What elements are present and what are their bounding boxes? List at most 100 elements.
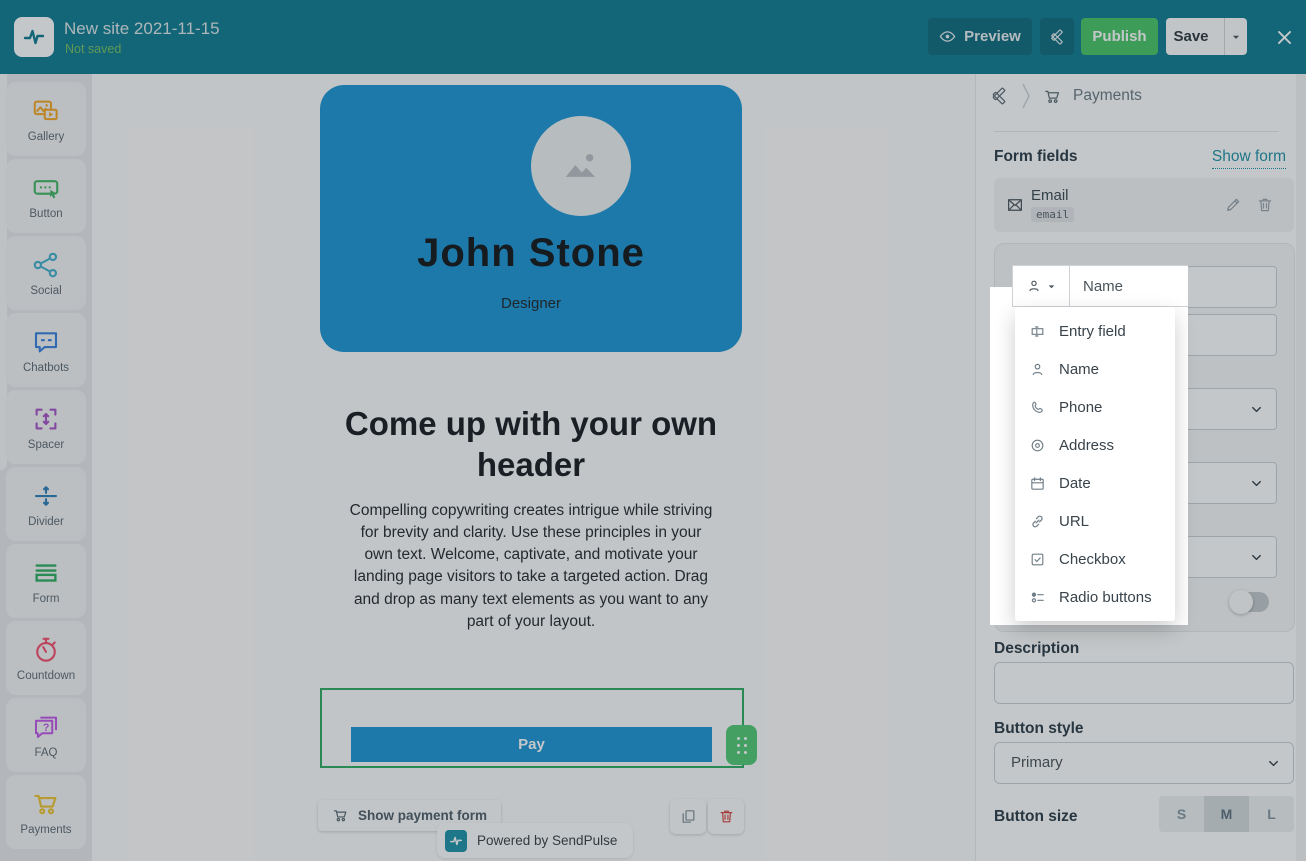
preview-label: Preview: [964, 28, 1021, 45]
powered-by-badge[interactable]: Powered by SendPulse: [437, 823, 633, 858]
social-icon: [31, 250, 61, 280]
description-input[interactable]: [994, 662, 1294, 704]
tools-icon: [1048, 28, 1066, 46]
countdown-icon: [31, 635, 61, 665]
menu-item-label: Date: [1059, 475, 1091, 492]
sendpulse-mini-logo: [445, 830, 467, 852]
site-builder-app: New site 2021-11-15 Not saved Preview Pu…: [0, 0, 1306, 861]
chevron-down-icon: [1249, 550, 1264, 565]
publish-button[interactable]: Publish: [1081, 18, 1158, 55]
size-s-button[interactable]: S: [1159, 796, 1204, 832]
size-m-button[interactable]: M: [1204, 796, 1249, 832]
address-pin-icon: [1029, 437, 1046, 454]
sidebar-item-button[interactable]: Button: [6, 159, 86, 233]
menu-item-phone[interactable]: Phone: [1015, 388, 1175, 426]
menu-item-radio-buttons[interactable]: Radio buttons: [1015, 578, 1175, 616]
email-field-tag: email: [1031, 207, 1074, 222]
sidebar-item-divider[interactable]: Divider: [6, 467, 86, 541]
person-icon: [1026, 278, 1042, 294]
menu-item-checkbox[interactable]: Checkbox: [1015, 540, 1175, 578]
breadcrumb-payments[interactable]: Payments: [1073, 87, 1142, 105]
widget-drag-handle[interactable]: [726, 725, 757, 765]
sidebar-item-faq[interactable]: ? FAQ: [6, 698, 86, 772]
caret-down-icon: [1047, 282, 1056, 291]
tools-icon[interactable]: [989, 86, 1009, 106]
menu-item-name[interactable]: Name: [1015, 350, 1175, 388]
save-button[interactable]: Save: [1166, 18, 1247, 55]
menu-item-date[interactable]: Date: [1015, 464, 1175, 502]
faq-icon: ?: [31, 712, 61, 742]
sidebar-item-form[interactable]: Form: [6, 544, 86, 618]
cart-icon: [332, 807, 349, 824]
entry-field-icon: [1029, 323, 1046, 340]
chevron-down-icon: [1231, 32, 1241, 42]
eye-icon: [939, 28, 956, 45]
save-label: Save: [1166, 28, 1216, 45]
widgets-sidebar: Gallery Button Social Chatbots Spacer Di…: [0, 74, 92, 861]
menu-item-entry-field[interactable]: Entry field: [1015, 312, 1175, 350]
hero-section[interactable]: John Stone Designer: [320, 85, 742, 352]
sidebar-item-chatbots[interactable]: Chatbots: [6, 313, 86, 387]
page-paragraph[interactable]: Compelling copywriting creates intrigue …: [345, 500, 717, 633]
menu-item-label: URL: [1059, 513, 1089, 530]
save-dropdown-toggle[interactable]: [1224, 18, 1247, 55]
field-name-value: Name: [1070, 266, 1188, 306]
close-builder-button[interactable]: [1272, 25, 1296, 49]
form-icon: [31, 558, 61, 588]
field-type-dropdown-trigger[interactable]: [1013, 266, 1070, 306]
required-toggle[interactable]: [1229, 592, 1269, 612]
button-style-select[interactable]: Primary: [994, 742, 1294, 784]
sidebar-item-label: Button: [29, 208, 62, 220]
sidebar-item-countdown[interactable]: Countdown: [6, 621, 86, 695]
sidebar-item-gallery[interactable]: Gallery: [6, 82, 86, 156]
sidebar-item-label: Spacer: [28, 439, 64, 451]
avatar[interactable]: [531, 116, 631, 216]
cart-icon: [1043, 87, 1062, 106]
button-size-label: Button size: [994, 808, 1078, 826]
menu-item-label: Address: [1059, 437, 1114, 454]
trash-icon[interactable]: [1256, 196, 1274, 214]
menu-item-label: Name: [1059, 361, 1099, 378]
sidebar-item-payments[interactable]: Payments: [6, 775, 86, 849]
button-size-group: S M L: [1159, 796, 1294, 832]
page-canvas: John Stone Designer Come up with your ow…: [92, 74, 975, 861]
panel-scrollbar[interactable]: [1296, 74, 1306, 861]
sidebar-item-label: Divider: [28, 516, 64, 528]
form-field-email-row[interactable]: Email email: [994, 178, 1294, 232]
divider: [994, 131, 1279, 132]
menu-item-label: Checkbox: [1059, 551, 1126, 568]
menu-item-label: Radio buttons: [1059, 589, 1152, 606]
payments-cart-icon: [31, 789, 61, 819]
button-style-value: Primary: [1011, 754, 1063, 771]
field-name-input-active[interactable]: Name: [1012, 265, 1188, 307]
form-fields-title: Form fields: [994, 148, 1078, 166]
sidebar-item-spacer[interactable]: Spacer: [6, 390, 86, 464]
link-icon: [1029, 513, 1046, 530]
show-form-link[interactable]: Show form: [1212, 148, 1286, 169]
field-type-menu: Entry field Name Phone Address Date URL …: [1015, 307, 1175, 621]
chevron-down-icon: [1266, 756, 1281, 771]
menu-item-address[interactable]: Address: [1015, 426, 1175, 464]
edit-pencil-icon[interactable]: [1224, 196, 1242, 214]
delete-widget-button[interactable]: [708, 799, 744, 834]
page-heading[interactable]: Come up with your own header: [331, 403, 731, 486]
design-tools-button[interactable]: [1040, 18, 1074, 55]
image-placeholder-icon: [555, 140, 607, 192]
checkbox-icon: [1029, 551, 1046, 568]
profile-role[interactable]: Designer: [320, 295, 742, 312]
divider-icon: [31, 481, 61, 511]
profile-name[interactable]: John Stone: [320, 231, 742, 276]
spacer-icon: [31, 404, 61, 434]
copy-icon: [680, 808, 697, 825]
pay-button[interactable]: Pay: [351, 727, 712, 762]
site-title[interactable]: New site 2021-11-15: [64, 19, 220, 39]
preview-button[interactable]: Preview: [928, 18, 1032, 55]
svg-text:?: ?: [43, 721, 49, 733]
sendpulse-logo[interactable]: [14, 17, 54, 57]
menu-item-url[interactable]: URL: [1015, 502, 1175, 540]
size-l-button[interactable]: L: [1249, 796, 1294, 832]
pulse-icon: [449, 834, 463, 848]
sidebar-item-social[interactable]: Social: [6, 236, 86, 310]
duplicate-widget-button[interactable]: [670, 799, 706, 834]
breadcrumb: Payments: [989, 82, 1142, 110]
